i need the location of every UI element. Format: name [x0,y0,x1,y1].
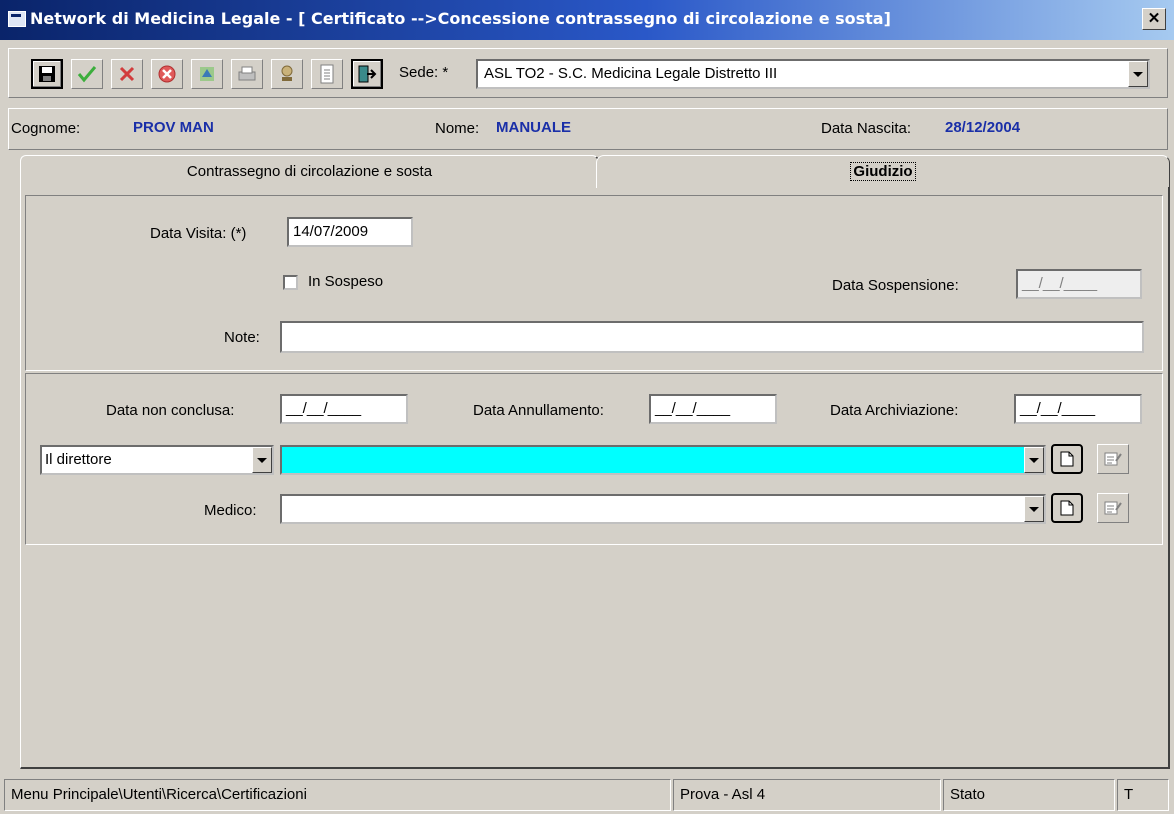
in-sospeso-label: In Sospeso [308,273,384,290]
section-visita: Data Visita: (*) 14/07/2009 In Sospeso D… [25,195,1163,371]
data-archiviazione-label: Data Archiviazione: [830,402,959,419]
delete-button[interactable] [151,59,183,89]
direttore-edit-button[interactable] [1097,444,1129,474]
print-button[interactable] [231,59,263,89]
exit-icon [358,65,377,83]
data-sospensione-label: Data Sospensione: [832,277,959,294]
cancel-icon [119,66,135,82]
tab-giudizio[interactable]: Giudizio [596,155,1170,188]
refresh-icon [200,67,214,81]
section-esito: Data non conclusa: __/__/____ Data Annul… [25,373,1163,545]
data-sospensione-input[interactable]: __/__/____ [1016,269,1142,299]
direttore-role-select[interactable]: Il direttore [40,445,274,475]
medico-new-button[interactable] [1051,493,1083,523]
medico-label: Medico: [204,502,257,519]
new-document-icon [1060,500,1074,516]
document-button[interactable] [311,59,343,89]
patient-bar: Cognome: PROV MAN Nome: MANUALE Data Nas… [8,108,1168,150]
status-state: Stato [943,779,1115,811]
data-visita-value: 14/07/2009 [293,223,369,240]
sede-dropdown-button[interactable] [1128,61,1148,87]
new-document-icon [1060,451,1074,467]
nome-label: Nome: [435,120,480,137]
tab-contrassegno[interactable]: Contrassegno di circolazione e sosta [20,155,600,188]
exit-button[interactable] [351,59,383,89]
save-icon [39,66,55,82]
stamp-button[interactable] [271,59,303,89]
sede-label: Sede: * [399,64,449,81]
data-nascita-label: Data Nascita: [821,120,912,137]
status-path: Menu Principale\Utenti\Ricerca\Certifica… [4,779,671,811]
document-icon [320,64,334,84]
data-annullamento-label: Data Annullamento: [473,402,604,419]
note-label: Note: [224,329,260,346]
direttore-role-value: Il direttore [45,451,112,468]
data-visita-label: Data Visita: (*) [150,225,247,242]
confirm-icon [77,66,97,83]
medico-select[interactable] [280,494,1046,524]
tab-page-giudizio: Data Visita: (*) 14/07/2009 In Sospeso D… [20,187,1170,769]
in-sospeso-checkbox[interactable] [283,275,298,290]
confirm-button[interactable] [71,59,103,89]
close-button[interactable]: ✕ [1142,8,1166,30]
direttore-new-button[interactable] [1051,444,1083,474]
data-archiviazione-input[interactable]: __/__/____ [1014,394,1142,424]
window-title: Network di Medicina Legale - [ Certifica… [30,9,891,28]
tab-contrassegno-label: Contrassegno di circolazione e sosta [186,163,433,180]
app-icon [8,11,26,27]
print-icon [238,66,256,81]
cancel-button[interactable] [111,59,143,89]
refresh-button[interactable] [191,59,223,89]
data-sospensione-value: __/__/____ [1022,275,1098,292]
data-visita-input[interactable]: 14/07/2009 [287,217,413,247]
toolbar: Sede: * ASL TO2 - S.C. Medicina Legale D… [8,48,1168,98]
data-annullamento-input[interactable]: __/__/____ [649,394,777,424]
data-archiviazione-value: __/__/____ [1020,400,1096,417]
sede-value: ASL TO2 - S.C. Medicina Legale Distretto… [484,65,778,82]
direttore-role-dropdown-button[interactable] [252,447,272,473]
direttore-name-dropdown-button[interactable] [1024,447,1044,473]
note-input[interactable] [280,321,1144,353]
cognome-label: Cognome: [11,120,81,137]
medico-dropdown-button[interactable] [1024,496,1044,522]
status-extra: T [1117,779,1169,811]
title-bar: Network di Medicina Legale - [ Certifica… [0,0,1174,40]
sede-select[interactable]: ASL TO2 - S.C. Medicina Legale Distretto… [476,59,1150,89]
direttore-name-select[interactable] [280,445,1046,475]
data-non-conclusa-input[interactable]: __/__/____ [280,394,408,424]
nome-value: MANUALE [496,119,571,136]
tab-giudizio-label: Giudizio [850,162,916,181]
data-nascita-value: 28/12/2004 [945,119,1021,136]
save-button[interactable] [31,59,63,89]
stamp-icon [281,65,293,81]
status-user: Prova - Asl 4 [673,779,941,811]
medico-edit-button[interactable] [1097,493,1129,523]
cognome-value: PROV MAN [133,119,214,136]
data-non-conclusa-label: Data non conclusa: [106,402,235,419]
delete-icon [158,65,176,83]
data-annullamento-value: __/__/____ [655,400,731,417]
edit-icon [1104,452,1122,466]
data-non-conclusa-value: __/__/____ [286,400,362,417]
edit-icon [1104,501,1122,515]
